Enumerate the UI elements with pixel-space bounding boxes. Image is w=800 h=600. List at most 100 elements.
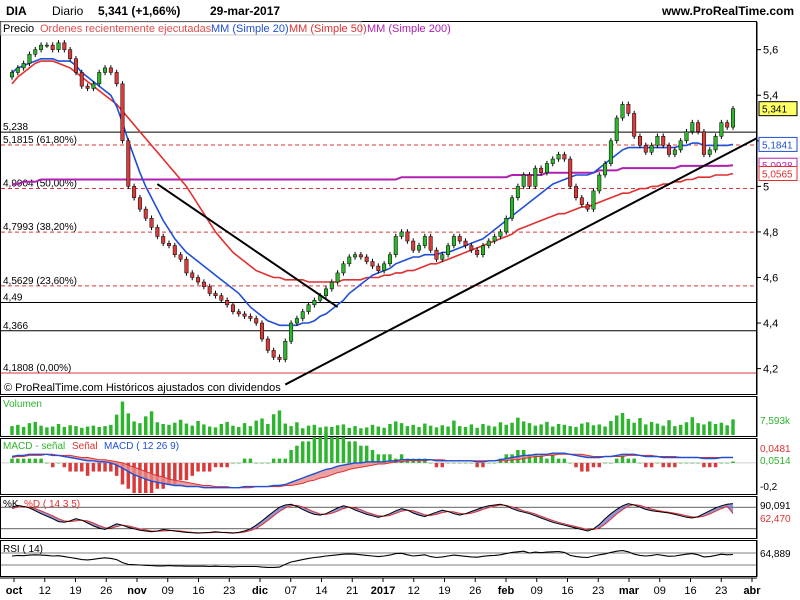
time-tick-label: 23 <box>223 585 235 597</box>
candle-up <box>649 145 654 153</box>
candle-up <box>603 163 608 176</box>
macd-histogram-bar <box>324 432 328 463</box>
macd-histogram-bar <box>248 458 253 463</box>
macd-histogram-bar <box>632 458 636 463</box>
candle-down <box>213 293 218 296</box>
macd-histogram-bar <box>50 462 55 468</box>
candle-down <box>277 356 282 360</box>
candle-down <box>463 240 468 246</box>
volume-bar <box>138 423 142 435</box>
candle-up <box>486 240 491 246</box>
macd-histogram-bar <box>231 462 235 464</box>
macd-histogram-bar <box>568 462 572 464</box>
candle-down <box>178 254 183 260</box>
candle-up <box>10 72 14 78</box>
volume-bar <box>632 422 636 435</box>
candle-down <box>225 300 230 306</box>
candle-up <box>678 140 683 151</box>
volume-bar <box>423 423 427 435</box>
candle-up <box>544 163 549 173</box>
macd-histogram-bar <box>626 458 631 463</box>
volume-bar <box>364 427 369 435</box>
candle-up <box>684 131 689 142</box>
macd-tick-label: 0,0481 <box>760 444 791 455</box>
candle-down <box>725 122 730 128</box>
candle-up <box>690 122 695 132</box>
macd-histogram-bar <box>109 462 113 472</box>
volume-bar <box>568 426 572 435</box>
macd-histogram-bar <box>481 462 485 468</box>
macd-histogram-bar <box>21 458 26 463</box>
candle-down <box>661 135 666 146</box>
candle-down <box>68 49 73 60</box>
volume-bar <box>207 426 212 435</box>
volume-bar <box>335 425 340 435</box>
time-tick-label: 23 <box>592 585 604 597</box>
volume-bar <box>551 426 555 435</box>
macd-tick-label: -0,2 <box>760 482 778 493</box>
macd-histogram-bar <box>330 437 334 463</box>
candle-down <box>155 227 160 237</box>
volume-bar <box>463 426 468 435</box>
macd-histogram-bar <box>364 445 369 463</box>
macd-histogram-bar <box>725 462 729 464</box>
time-tick-label: 14 <box>315 585 327 597</box>
volume-bar <box>649 421 654 435</box>
header-price-change: 5,341 (+1,66%) <box>98 4 180 18</box>
volume-bar <box>713 423 718 435</box>
volume-bar <box>382 427 386 435</box>
volume-legend: Volumen <box>3 399 42 410</box>
price-panel <box>0 21 757 395</box>
macd-histogram-bar <box>359 445 363 463</box>
candle-down <box>184 259 189 274</box>
candle-down <box>254 318 259 324</box>
macd-histogram-bar <box>300 441 305 463</box>
right-value-label: 5,341 <box>762 105 787 116</box>
macd-histogram-bar <box>68 462 72 472</box>
candle-up <box>97 72 102 85</box>
volume-bar <box>353 426 357 435</box>
candle-down <box>149 218 154 228</box>
macd-histogram-bar <box>469 462 474 464</box>
macd-histogram-bar <box>434 462 439 468</box>
header-symbol: DIA <box>6 4 27 18</box>
candle-up <box>56 42 61 50</box>
macd-legend-c: MACD ( 12 26 9) <box>104 441 179 452</box>
right-value-label: 5,0565 <box>762 169 793 180</box>
volume-bar <box>388 423 392 435</box>
candle-down <box>271 350 276 358</box>
volume-bar <box>62 426 67 435</box>
time-axis: oct 12 19 26 nov 09 16 23 dic 07 14 21 2017 12 19 26 feb… <box>0 577 761 597</box>
rsi-tick-label: 64,889 <box>760 549 791 560</box>
macd-histogram-bar <box>556 458 561 463</box>
volume-bar <box>50 426 55 435</box>
candle-up <box>335 272 340 283</box>
candle-up <box>620 104 625 119</box>
volume-bar <box>678 424 683 435</box>
candle-down <box>108 67 113 73</box>
volume-bar <box>237 426 241 435</box>
macd-histogram-bar <box>103 462 107 472</box>
macd-histogram-bar <box>446 462 450 464</box>
candle-down <box>260 322 265 340</box>
macd-histogram-bar <box>370 450 375 463</box>
macd-histogram-bar <box>638 462 642 464</box>
macd-histogram-bar <box>487 462 491 464</box>
fib-level-label: 4,7993 (38,20%) <box>3 222 77 233</box>
macd-histogram-bar <box>452 462 456 464</box>
volume-bar <box>173 422 177 435</box>
volume-bar <box>638 418 642 435</box>
macd-histogram-bar <box>673 462 677 468</box>
volume-bar <box>440 425 445 435</box>
candle-up <box>451 236 456 246</box>
time-tick-label: 26 <box>469 585 481 597</box>
volume-bar <box>434 427 439 435</box>
candle-down <box>568 158 573 187</box>
volume-bar <box>510 422 514 435</box>
volume-bar <box>225 421 229 435</box>
volume-bar <box>347 427 351 435</box>
volume-bar <box>202 424 206 435</box>
macd-histogram-bar <box>347 441 351 463</box>
candle-down <box>85 85 90 89</box>
candle-down <box>73 58 78 73</box>
